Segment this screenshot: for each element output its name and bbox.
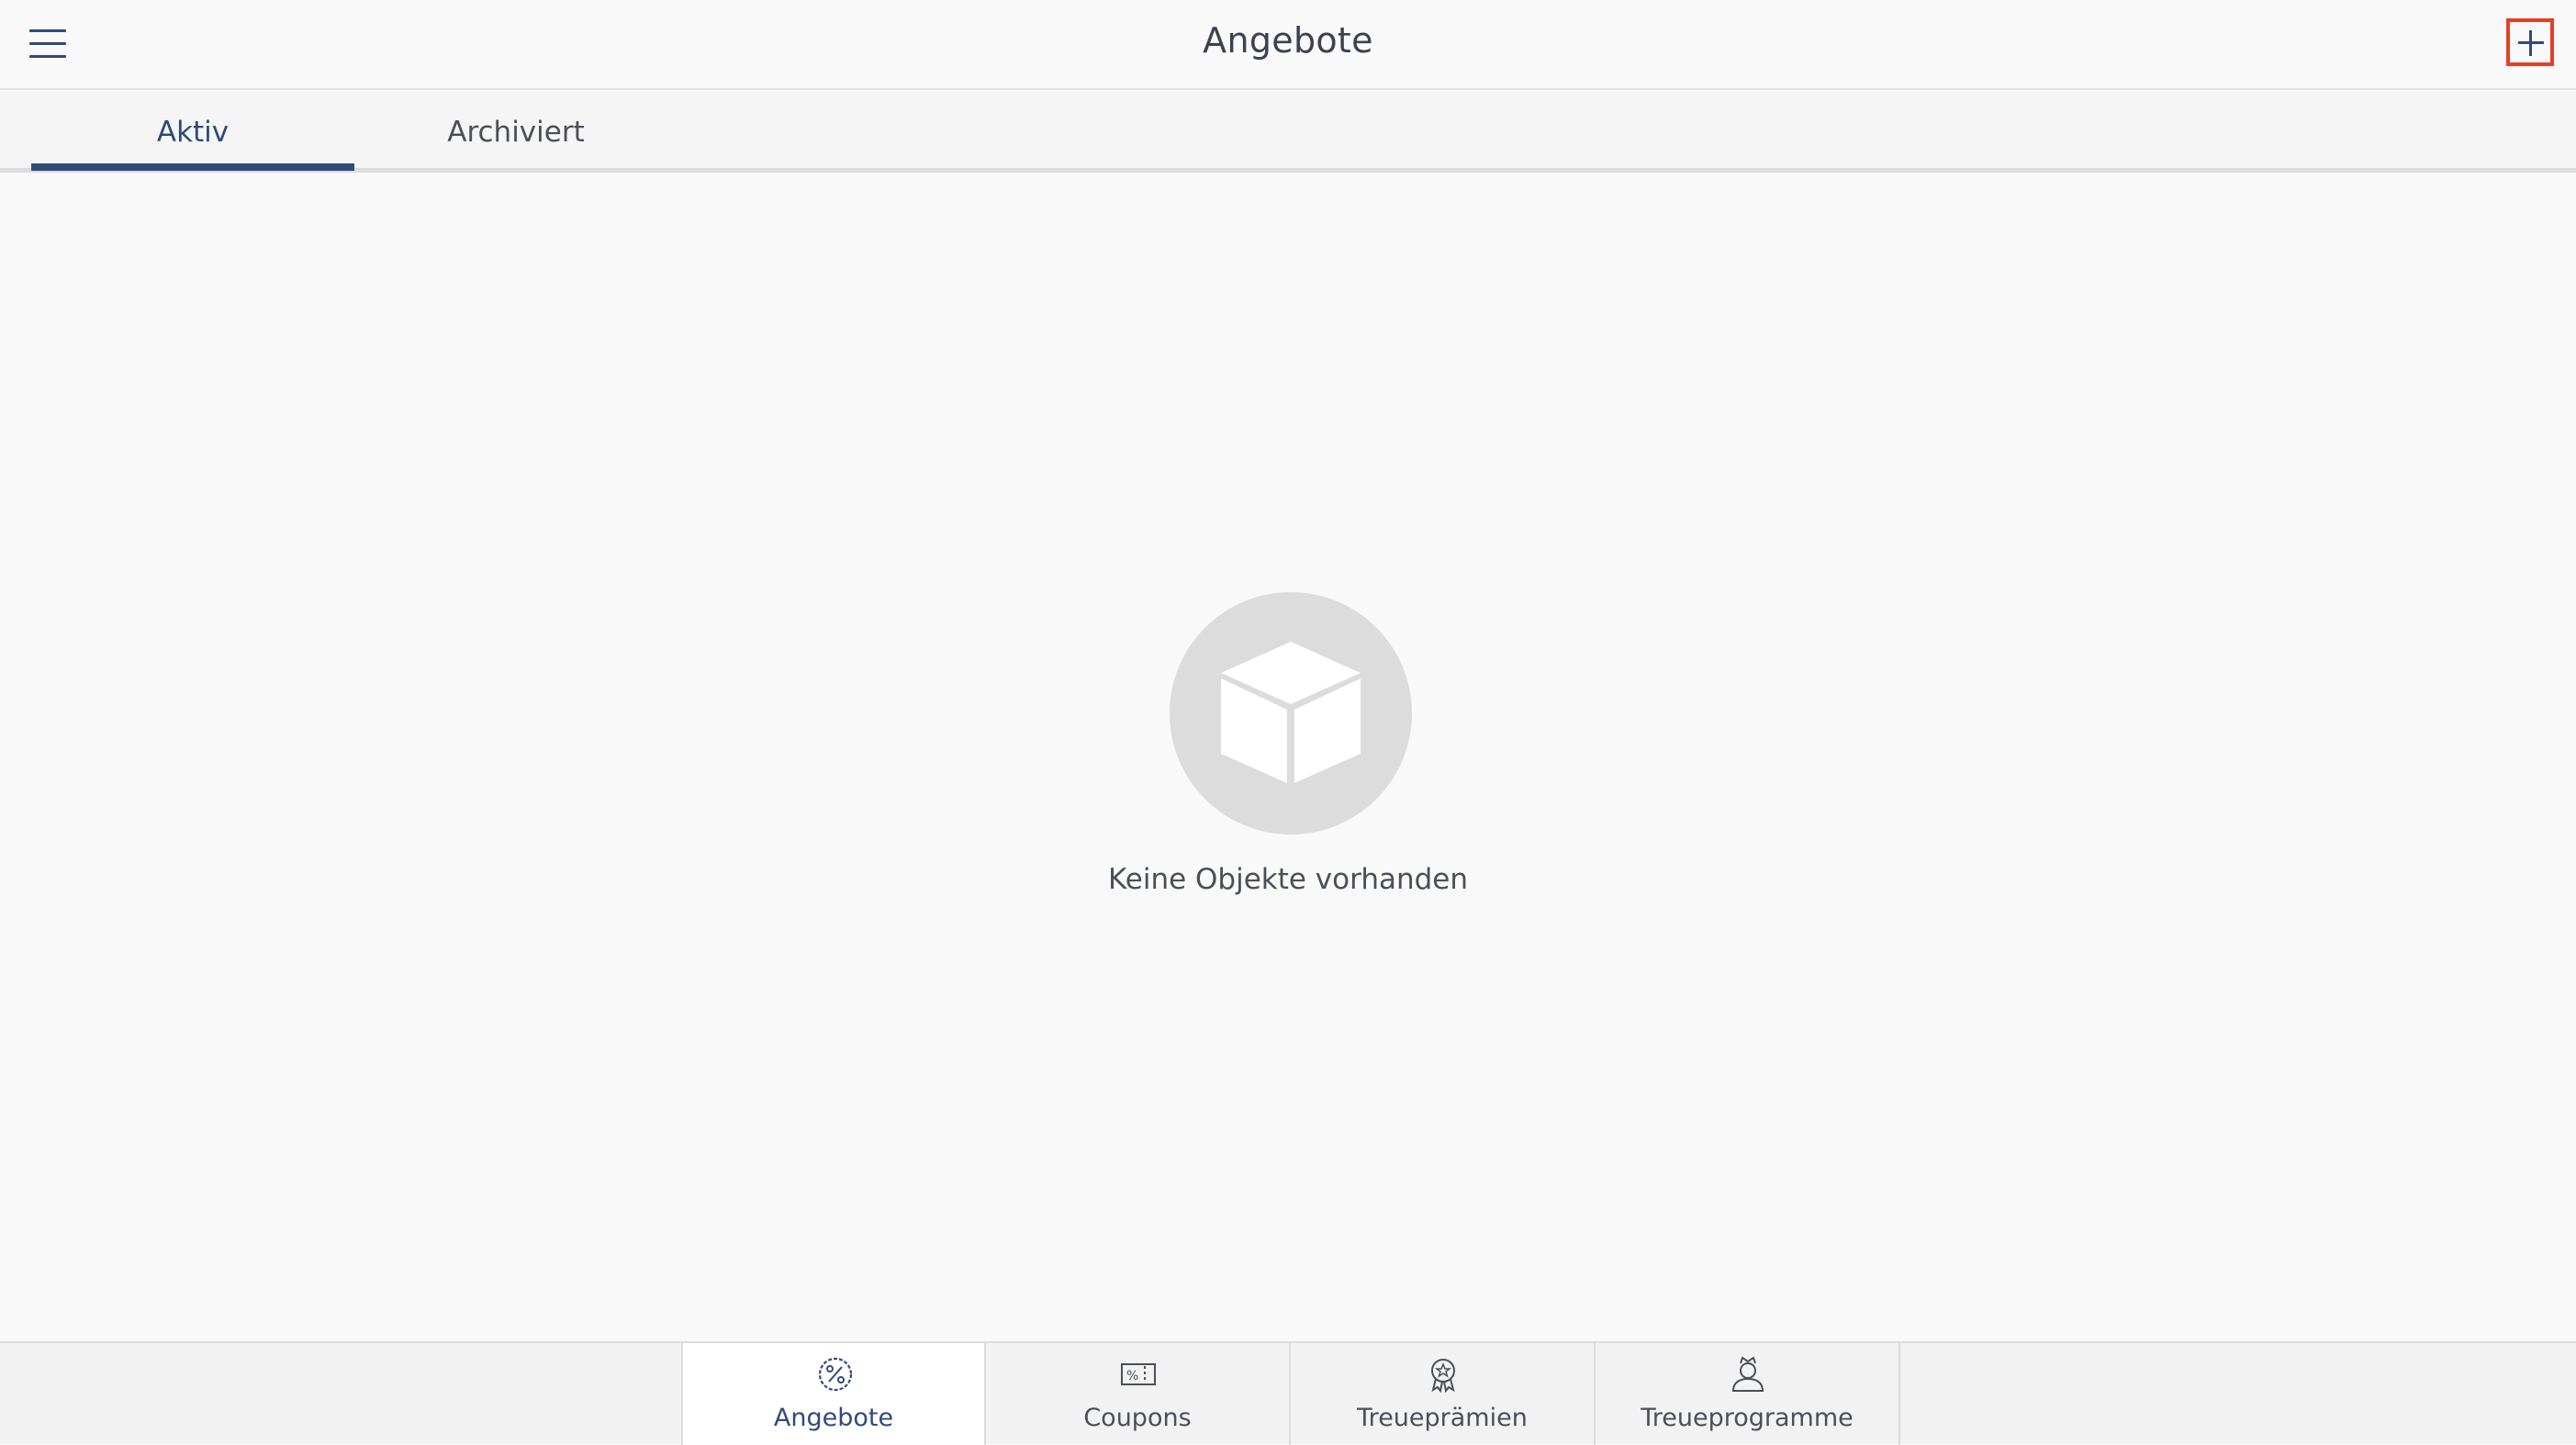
- coupon-ticket-icon: %: [1121, 1363, 1156, 1385]
- empty-state-illustration: [1170, 592, 1412, 835]
- nav-label: Treueprämien: [1357, 1404, 1528, 1432]
- add-button[interactable]: [2506, 18, 2554, 66]
- box-icon: [1221, 642, 1361, 783]
- person-crown-icon: [1731, 1356, 1764, 1392]
- bottom-navigation: Angebote % Coupons Treueprämien Treuepro…: [0, 1341, 2576, 1445]
- tab-aktiv[interactable]: Aktiv: [31, 92, 354, 173]
- svg-text:%: %: [1126, 1369, 1138, 1383]
- nav-item-treueprogramme[interactable]: Treueprogramme: [1596, 1343, 1900, 1445]
- empty-state-message: Keine Objekte vorhanden: [1107, 863, 1469, 896]
- nav-item-angebote[interactable]: Angebote: [681, 1343, 986, 1445]
- nav-item-coupons[interactable]: % Coupons: [986, 1343, 1291, 1445]
- active-tab-indicator: [31, 163, 354, 171]
- nav-label: Treueprogramme: [1641, 1404, 1854, 1432]
- offer-percent-badge-icon: [818, 1357, 853, 1392]
- tab-archiviert[interactable]: Archiviert: [354, 92, 678, 173]
- nav-label: Coupons: [1083, 1404, 1192, 1432]
- award-ribbon-icon: [1431, 1359, 1455, 1393]
- nav-item-treuepraemien[interactable]: Treueprämien: [1291, 1343, 1596, 1445]
- nav-label: Angebote: [773, 1404, 894, 1432]
- page-title: Angebote: [1203, 20, 1373, 61]
- app-header: Angebote: [0, 0, 2576, 90]
- tab-bar: Aktiv Archiviert: [0, 92, 2576, 173]
